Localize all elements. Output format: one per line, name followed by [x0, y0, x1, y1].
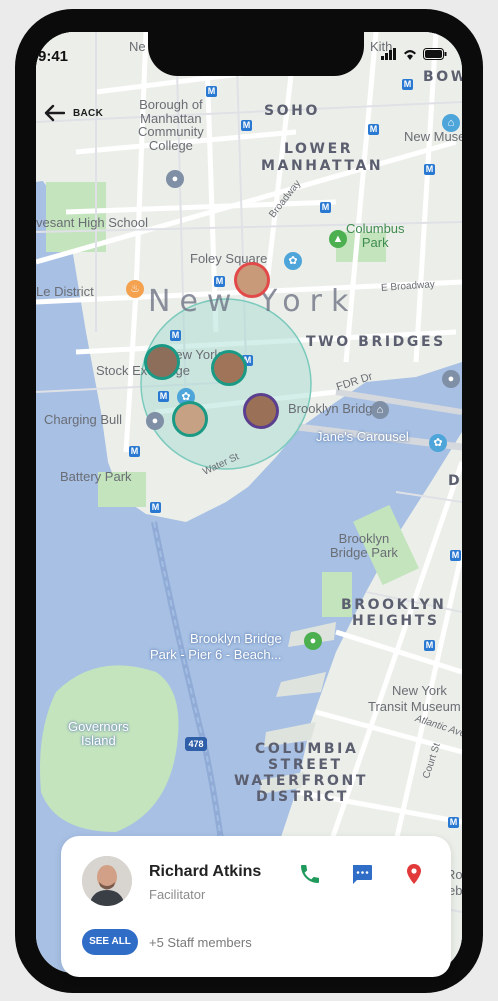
museum-icon[interactable]: ⌂ [442, 114, 460, 132]
contact-name: Richard Atkins [149, 863, 262, 880]
college-line-1: Borough of [139, 97, 203, 112]
wifi-icon [404, 50, 416, 60]
subway-marker[interactable]: M [206, 86, 217, 97]
team-member-avatar[interactable] [234, 262, 270, 298]
columbus-line-1: Columbus [346, 221, 405, 236]
subway-marker[interactable]: M [450, 550, 461, 561]
subway-marker[interactable]: M [448, 817, 459, 828]
back-button[interactable]: BACK [43, 104, 103, 122]
team-member-avatar[interactable] [243, 393, 279, 429]
back-label: BACK [73, 107, 104, 119]
subway-marker[interactable]: M [129, 446, 140, 457]
map-label-columbus-park: Columbus Park [346, 222, 405, 249]
location-pin-icon[interactable]: ● [166, 170, 184, 188]
map-label-brooklyn-bridge-park: Brooklyn Bridge Park [330, 532, 398, 559]
subway-marker[interactable]: M [241, 120, 252, 131]
map-label-soho: SOHO [264, 103, 321, 119]
map-label-ne: Ne [129, 39, 146, 54]
map-label-columbia-2: STREET [268, 757, 343, 773]
map-label-manhattan: MANHATTAN [261, 158, 384, 174]
columbus-line-2: Park [361, 234, 389, 250]
team-member-avatar[interactable] [144, 344, 180, 380]
map-label-two-bridges: TWO BRIDGES [306, 334, 446, 350]
status-time: 9:41 [38, 48, 69, 65]
map-label-brooklyn-heights-1: BROOKLYN [341, 597, 447, 613]
avatar[interactable] [82, 856, 132, 906]
battery-icon [423, 48, 447, 60]
college-line-3: Community [138, 124, 204, 140]
contact-role: Facilitator [149, 887, 206, 902]
map-label-pier6-2: Park - Pier 6 - Beach... [150, 647, 282, 662]
carousel-icon[interactable]: ✿ [429, 434, 447, 452]
map-label-governors-island: Governors Island [68, 719, 129, 749]
signal-icon [381, 48, 396, 60]
map-label-transit-2: Transit Museum [368, 699, 461, 714]
map-label-transit-1: New York [392, 683, 447, 698]
subway-marker[interactable]: M [214, 276, 225, 287]
restaurant-icon[interactable]: ♨ [126, 280, 144, 298]
map-label-battery-park: Battery Park [60, 469, 132, 484]
map-label-pier6-1: Brooklyn Bridge [190, 631, 282, 646]
map-label-stuyvesant: vesant High School [36, 215, 149, 230]
subway-marker[interactable]: M [320, 202, 331, 213]
chat-icon[interactable] [350, 862, 374, 886]
college-line-4: College [148, 137, 193, 153]
map-label-new-museum: New Muse [404, 129, 462, 144]
map-label-lower: LOWER [284, 141, 354, 157]
map-label-le-district: Le District [36, 284, 94, 299]
subway-marker[interactable]: M [424, 640, 435, 651]
see-all-button[interactable]: SEE ALL [82, 929, 138, 955]
bbp-line-2: Bridge Park [330, 544, 398, 560]
highway-shield-478: 478 [185, 737, 207, 751]
map-label-college: Borough of Manhattan Community College [138, 98, 204, 153]
bbp-line-1: Brooklyn [338, 531, 390, 546]
subway-marker[interactable]: M [402, 79, 413, 90]
subway-marker[interactable]: M [170, 330, 181, 341]
park-poi-icon[interactable]: ✿ [284, 252, 302, 270]
subway-marker[interactable]: M [150, 502, 161, 513]
governors-line-2: Island [81, 733, 116, 749]
team-member-avatar[interactable] [172, 401, 208, 437]
map-label-bowery: BOWE [423, 69, 462, 85]
phone-icon[interactable] [298, 862, 322, 886]
museum-icon[interactable]: ⌂ [371, 401, 389, 419]
location-icon[interactable]: ● [442, 370, 460, 388]
team-member-avatar[interactable] [211, 350, 247, 386]
map-label-brooklyn-bridge: Brooklyn Bridge [288, 401, 380, 416]
subway-marker[interactable]: M [368, 124, 379, 135]
tree-icon[interactable]: ▲ [329, 230, 347, 248]
subway-marker[interactable]: M [158, 391, 169, 402]
map-label-columbia-4: DISTRICT [256, 789, 350, 805]
staff-count: +5 Staff members [149, 935, 252, 950]
map-label-brooklyn-heights-2: HEIGHTS [352, 613, 440, 629]
location-pin-icon[interactable]: ● [146, 412, 164, 430]
map-screen: SOHO LOWER MANHATTAN Borough of Manhatta… [36, 32, 462, 973]
back-arrow-icon [44, 104, 65, 122]
subway-marker[interactable]: M [424, 164, 435, 175]
map-label-columbia-3: WATERFRONT [234, 773, 368, 789]
contact-card: Richard Atkins Facilitator SEE ALL +5 St… [61, 836, 451, 977]
park-pin-icon[interactable]: ● [304, 632, 322, 650]
person-photo-icon [82, 856, 132, 906]
phone-notch [148, 23, 364, 76]
status-icons [381, 48, 447, 60]
city-map[interactable] [36, 32, 462, 973]
map-label-charging-bull: Charging Bull [44, 412, 123, 427]
map-label-columbia-1: COLUMBIA [255, 741, 359, 757]
college-line-2: Manhattan [140, 110, 202, 126]
map-label-janes-carousel: Jane's Carousel [316, 429, 409, 444]
location-pin-icon[interactable] [402, 862, 426, 886]
map-label-d: D [448, 473, 462, 489]
